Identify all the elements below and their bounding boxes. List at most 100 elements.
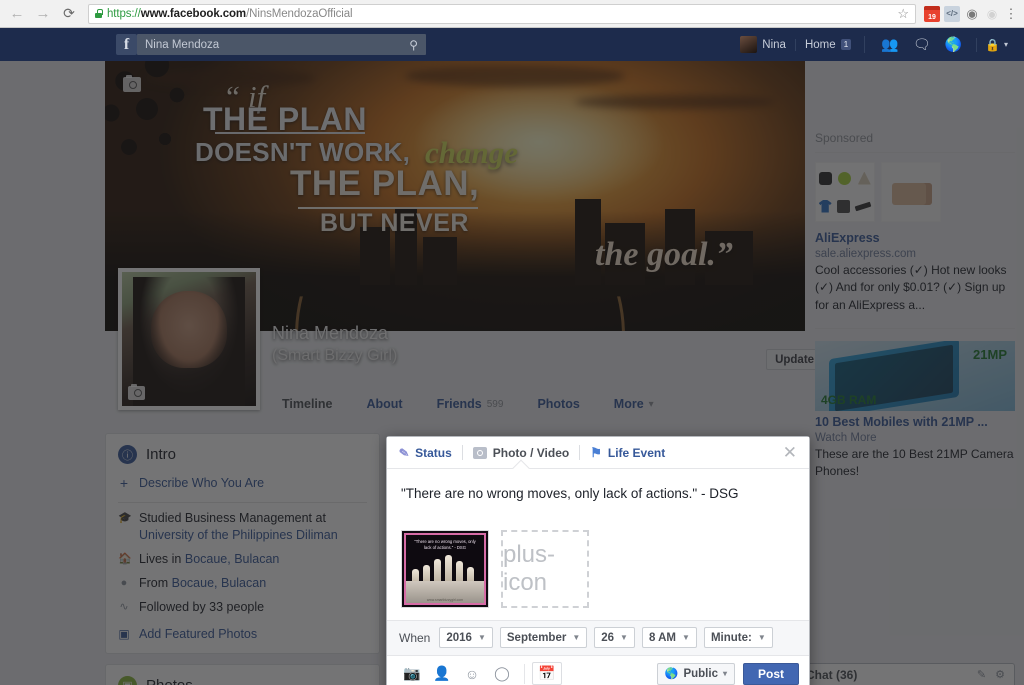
page-body: “ if THE PLAN DOESN'T WORK, change THE P… xyxy=(0,61,1024,685)
gear-icon[interactable]: ⚙ xyxy=(995,668,1005,681)
power-extension-icon[interactable]: ◉ xyxy=(964,6,980,22)
ad-url[interactable]: Watch More xyxy=(815,432,1015,444)
ad-image-collage[interactable] xyxy=(815,162,875,222)
compose-icon[interactable]: ✎ xyxy=(977,668,986,681)
cover-camera-icon[interactable] xyxy=(123,74,141,92)
bookmark-star-icon[interactable]: ☆ xyxy=(897,6,909,22)
tab-photos[interactable]: Photos xyxy=(520,388,596,420)
schedule-minute-select[interactable]: Minute: ▼ xyxy=(703,627,773,649)
tab-friends-count: 599 xyxy=(486,398,504,410)
tab-about[interactable]: About xyxy=(349,388,419,420)
ad-title[interactable]: AliExpress xyxy=(815,230,1015,247)
friend-requests-icon[interactable]: 👥 xyxy=(881,36,898,53)
tab-friends[interactable]: Friends 599 xyxy=(420,388,521,420)
calendar-extension-icon[interactable]: 19 xyxy=(924,5,940,22)
pen-icon xyxy=(854,201,872,211)
watch-icon xyxy=(819,171,833,185)
tab-timeline-label: Timeline xyxy=(282,397,333,411)
cover-building xyxy=(423,237,457,285)
schedule-day-select[interactable]: 26 ▼ xyxy=(594,627,635,649)
intro-info-icon: ⓘ xyxy=(118,445,137,464)
navbar-home-link[interactable]: Home 1 xyxy=(794,38,860,51)
composer-tab-status[interactable]: ✎ Status xyxy=(398,437,462,468)
chat-bar[interactable]: Chat (36) ✎ ⚙ xyxy=(782,663,1015,685)
attachment-thumbnail[interactable]: "There are no wrong moves, only lack of … xyxy=(401,529,489,608)
check-in-location-icon[interactable]: ◯ xyxy=(487,662,517,685)
cover-cloud xyxy=(405,65,625,87)
composer-tab-life-event[interactable]: ⚑ Life Event xyxy=(580,437,675,468)
tab-about-label: About xyxy=(366,397,403,411)
lamp-icon xyxy=(857,171,871,185)
attachment-caption: "There are no wrong moves, only lack of … xyxy=(414,538,476,551)
code-extension-label: </> xyxy=(946,9,958,18)
navbar-privacy-menu[interactable]: 🔒 ▾ xyxy=(976,37,1016,52)
browser-toolbar: ← → ⟳ https://www.facebook.com/NinsMendo… xyxy=(0,0,1024,28)
tab-friends-label: Friends xyxy=(436,397,482,411)
photos-title: Photos xyxy=(146,677,193,685)
ad-body: These are the 10 Best 21MP Camera Phones… xyxy=(815,446,1014,479)
photos-card: ▣ Photos ⌄ xyxy=(105,664,380,685)
chevron-down-icon: ▼ xyxy=(757,633,766,643)
tab-timeline[interactable]: Timeline xyxy=(265,388,349,420)
map-pin-icon: ● xyxy=(120,576,128,589)
schedule-calendar-icon[interactable]: 📅 xyxy=(532,662,562,685)
ad-image-phone[interactable]: 21MP 4GB RAM xyxy=(815,341,1015,412)
privacy-select[interactable]: 🌎 Public ▾ xyxy=(656,662,735,685)
schedule-year-select[interactable]: 2016 ▼ xyxy=(439,627,493,649)
schedule-hour-value: 8 AM xyxy=(648,631,677,644)
chevron-down-icon: ▼ xyxy=(682,633,690,643)
photos-card-header: ▣ Photos ⌄ xyxy=(106,665,379,685)
tab-more[interactable]: More ▾ xyxy=(597,388,671,420)
url-text: https://www.facebook.com/NinsMendozaOffi… xyxy=(107,8,353,20)
chevron-down-icon: ▾ xyxy=(1003,40,1008,49)
feeling-activity-icon[interactable]: ☺ xyxy=(457,662,487,685)
messages-icon[interactable]: 🗨 xyxy=(913,36,931,53)
forward-button[interactable]: → xyxy=(32,3,54,25)
rss-icon: ∿ xyxy=(119,600,129,613)
schedule-month-value: September xyxy=(506,631,567,644)
navbar-profile-link[interactable]: Nina xyxy=(731,36,795,53)
facebook-logo[interactable]: f xyxy=(116,34,137,55)
back-button[interactable]: ← xyxy=(6,3,28,25)
add-featured-photos-link[interactable]: ▣ Add Featured Photos xyxy=(106,615,379,653)
photo-video-icon[interactable]: 📷 xyxy=(397,662,427,685)
ad-image-purse[interactable] xyxy=(881,162,941,222)
chevron-down-icon: ▼ xyxy=(572,633,581,643)
composer-tab-photo-video[interactable]: Photo / Video xyxy=(463,437,579,468)
close-icon[interactable]: ✕ xyxy=(783,444,797,461)
ad-url[interactable]: sale.aliexpress.com xyxy=(815,248,1015,260)
profile-camera-icon[interactable] xyxy=(128,383,145,400)
code-extension-icon[interactable]: </> xyxy=(944,5,960,22)
intro-followers-text: Followed by 33 people xyxy=(139,599,265,614)
tag-friends-icon[interactable]: 👤 xyxy=(427,662,457,685)
composer-tab-status-label: Status xyxy=(415,445,452,460)
composer-footer: 📷 👤 ☺ ◯ 📅 🌎 Public ▾ Post xyxy=(387,654,809,685)
facebook-navbar: f Nina Mendoza ⚲ Nina Home 1 👥 🗨 🌎 🔒 ▾ xyxy=(0,28,1024,61)
notifications-globe-icon[interactable]: 🌎 xyxy=(945,36,962,53)
post-button[interactable]: Post xyxy=(742,662,799,685)
chevron-down-icon[interactable]: ⌄ xyxy=(358,679,367,685)
browser-menu-icon[interactable]: ⋮ xyxy=(1004,7,1018,20)
chat-label: Chat (36) xyxy=(806,667,858,682)
intro-lives-link[interactable]: Bocaue, Bulacan xyxy=(185,552,280,566)
intro-row-education: 🎓 Studied Business Management at Univers… xyxy=(106,503,379,544)
ad-badge-ram: 4GB RAM xyxy=(821,393,877,408)
schedule-month-select[interactable]: September ▼ xyxy=(499,627,588,649)
describe-who-you-are-link[interactable]: + Describe Who You Are xyxy=(106,473,379,502)
home-badge: 1 xyxy=(840,39,852,50)
address-bar[interactable]: https://www.facebook.com/NinsMendozaOffi… xyxy=(88,3,916,24)
intro-from-link[interactable]: Bocaue, Bulacan xyxy=(172,576,267,590)
ad-title[interactable]: 10 Best Mobiles with 21MP ... xyxy=(815,414,1015,431)
reload-button[interactable]: ⟳ xyxy=(58,3,80,25)
schedule-hour-select[interactable]: 8 AM ▼ xyxy=(641,627,697,649)
search-icon[interactable]: ⚲ xyxy=(409,38,418,52)
add-photo-slot[interactable]: plus-icon xyxy=(501,529,589,608)
intro-education-link[interactable]: University of the Philippines Diliman xyxy=(139,528,338,542)
profile-picture[interactable] xyxy=(118,268,260,410)
privacy-lock-icon: 🔒 xyxy=(985,37,1000,52)
tab-photos-label: Photos xyxy=(537,397,580,411)
status-input[interactable]: "There are no wrong moves, only lack of … xyxy=(401,485,795,504)
search-input[interactable]: Nina Mendoza ⚲ xyxy=(137,34,426,55)
ad-collage-row xyxy=(816,164,874,192)
disabled-extension-icon[interactable]: ◉ xyxy=(984,6,1000,22)
